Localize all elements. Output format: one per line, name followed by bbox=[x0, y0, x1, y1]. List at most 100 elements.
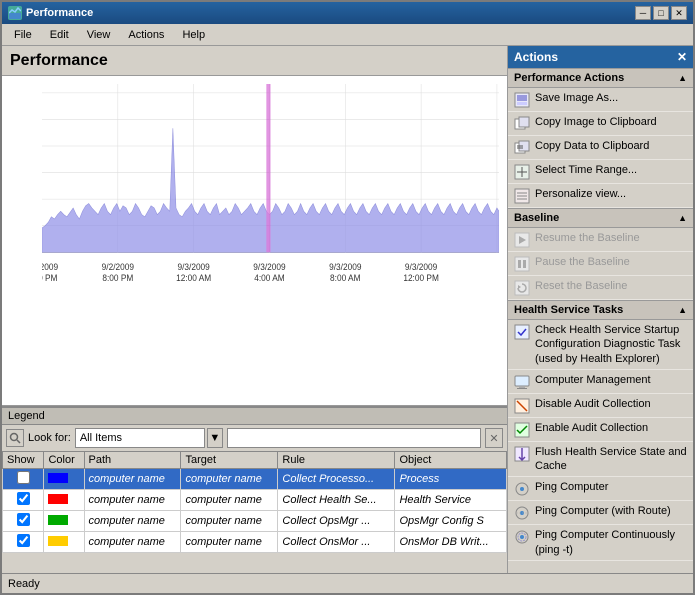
object-cell: OpsMgr Config S bbox=[395, 511, 507, 532]
action-label: Copy Image to Clipboard bbox=[535, 115, 687, 129]
close-button[interactable]: ✕ bbox=[671, 6, 687, 20]
table-row[interactable]: computer name computer name Collect Heal… bbox=[3, 490, 507, 511]
search-clear-button[interactable]: ✕ bbox=[485, 428, 503, 448]
menu-view[interactable]: View bbox=[79, 27, 119, 43]
time-range-icon bbox=[514, 164, 530, 180]
action-label: Ping Computer (with Route) bbox=[535, 504, 687, 518]
ping-continuous-icon bbox=[514, 529, 530, 545]
section-performance-actions[interactable]: Performance Actions ▲ bbox=[508, 68, 693, 88]
menu-actions[interactable]: Actions bbox=[120, 27, 172, 43]
path-cell: computer name bbox=[84, 532, 181, 553]
rule-cell: Collect OnsMor ... bbox=[278, 532, 395, 553]
svg-text:12:00 PM: 12:00 PM bbox=[403, 273, 439, 283]
svg-text:9/2/2009: 9/2/2009 bbox=[102, 262, 135, 272]
menu-edit[interactable]: Edit bbox=[42, 27, 77, 43]
action-label: Save Image As... bbox=[535, 91, 687, 105]
copy-image-icon bbox=[514, 116, 530, 132]
performance-chart: 12 12 10 8 6 4 2 0 bbox=[42, 84, 499, 405]
action-flush-health-service[interactable]: Flush Health Service State and Cache bbox=[508, 442, 693, 478]
action-label: Personalize view... bbox=[535, 187, 687, 201]
action-select-time-range[interactable]: Select Time Range... bbox=[508, 160, 693, 184]
actions-panel: Actions ✕ Performance Actions ▲ Save Ima… bbox=[508, 46, 693, 573]
action-copy-data[interactable]: Copy Data to Clipboard bbox=[508, 136, 693, 160]
menu-file[interactable]: File bbox=[6, 27, 40, 43]
copy-data-icon bbox=[514, 140, 530, 156]
app-icon bbox=[8, 6, 22, 20]
action-ping-computer-continuous[interactable]: Ping Computer Continuously (ping -t) bbox=[508, 525, 693, 561]
flush-icon bbox=[514, 446, 530, 462]
color-swatch bbox=[48, 494, 68, 504]
status-bar: Ready bbox=[2, 573, 693, 593]
section-baseline[interactable]: Baseline ▲ bbox=[508, 208, 693, 228]
combo-dropdown-button[interactable]: ▼ bbox=[207, 428, 223, 448]
actions-close-button[interactable]: ✕ bbox=[677, 50, 687, 64]
object-cell: Health Service bbox=[395, 490, 507, 511]
health-check-icon bbox=[514, 324, 530, 340]
target-cell: computer name bbox=[181, 511, 278, 532]
color-cell bbox=[44, 511, 84, 532]
pause-icon bbox=[514, 256, 530, 272]
table-row[interactable]: computer name computer name Collect OnsM… bbox=[3, 532, 507, 553]
action-disable-audit[interactable]: Disable Audit Collection bbox=[508, 394, 693, 418]
action-ping-computer-route[interactable]: Ping Computer (with Route) bbox=[508, 501, 693, 525]
color-cell bbox=[44, 490, 84, 511]
action-personalize-view[interactable]: Personalize view... bbox=[508, 184, 693, 208]
action-label: Disable Audit Collection bbox=[535, 397, 687, 411]
maximize-button[interactable]: □ bbox=[653, 6, 669, 20]
title-bar: Performance ─ □ ✕ bbox=[2, 2, 693, 24]
search-combo: ▼ bbox=[75, 428, 223, 448]
ping-icon bbox=[514, 481, 530, 497]
show-checkbox[interactable] bbox=[17, 534, 30, 547]
main-content: Performance 12 12 10 8 6 4 2 0 bbox=[2, 46, 693, 573]
personalize-icon bbox=[514, 188, 530, 204]
object-cell: OnsMor DB Writ... bbox=[395, 532, 507, 553]
action-save-image[interactable]: Save Image As... bbox=[508, 88, 693, 112]
left-panel: Performance 12 12 10 8 6 4 2 0 bbox=[2, 46, 508, 573]
color-cell bbox=[44, 469, 84, 490]
search-text-input[interactable] bbox=[227, 428, 481, 448]
menu-help[interactable]: Help bbox=[174, 27, 213, 43]
show-checkbox[interactable] bbox=[17, 471, 30, 484]
svg-text:8:00 AM: 8:00 AM bbox=[330, 273, 360, 283]
action-enable-audit[interactable]: Enable Audit Collection bbox=[508, 418, 693, 442]
action-ping-computer[interactable]: Ping Computer bbox=[508, 477, 693, 501]
action-label: Resume the Baseline bbox=[535, 231, 687, 245]
status-text: Ready bbox=[8, 578, 40, 590]
look-for-input[interactable] bbox=[75, 428, 205, 448]
show-checkbox[interactable] bbox=[17, 492, 30, 505]
col-target: Target bbox=[181, 452, 278, 469]
table-row[interactable]: computer name computer name Collect Proc… bbox=[3, 469, 507, 490]
action-copy-image[interactable]: Copy Image to Clipboard bbox=[508, 112, 693, 136]
section-health-service-tasks[interactable]: Health Service Tasks ▲ bbox=[508, 300, 693, 320]
target-cell: computer name bbox=[181, 532, 278, 553]
legend-toolbar: Look for: ▼ ✕ bbox=[2, 425, 507, 451]
show-checkbox[interactable] bbox=[17, 513, 30, 526]
path-cell: computer name bbox=[84, 511, 181, 532]
rule-cell: Collect OpsMgr ... bbox=[278, 511, 395, 532]
action-label: Select Time Range... bbox=[535, 163, 687, 177]
action-computer-management[interactable]: Computer Management bbox=[508, 370, 693, 394]
action-label: Flush Health Service State and Cache bbox=[535, 445, 687, 474]
performance-header: Performance bbox=[2, 46, 507, 76]
color-swatch bbox=[48, 473, 68, 483]
action-label: Check Health Service Startup Configurati… bbox=[535, 323, 687, 366]
table-row[interactable]: computer name computer name Collect OpsM… bbox=[3, 511, 507, 532]
target-cell: computer name bbox=[181, 469, 278, 490]
minimize-button[interactable]: ─ bbox=[635, 6, 651, 20]
svg-text:12:00 AM: 12:00 AM bbox=[176, 273, 211, 283]
show-cell bbox=[3, 511, 44, 532]
action-label: Enable Audit Collection bbox=[535, 421, 687, 435]
action-check-health-service[interactable]: Check Health Service Startup Configurati… bbox=[508, 320, 693, 370]
reset-icon bbox=[514, 280, 530, 296]
enable-audit-icon bbox=[514, 422, 530, 438]
svg-text:9/3/2009: 9/3/2009 bbox=[329, 262, 362, 272]
action-label: Ping Computer Continuously (ping -t) bbox=[535, 528, 687, 557]
path-cell: computer name bbox=[84, 469, 181, 490]
actions-header: Actions ✕ bbox=[508, 46, 693, 68]
action-pause-baseline: Pause the Baseline bbox=[508, 252, 693, 276]
svg-text:9/2/2009: 9/2/2009 bbox=[42, 262, 58, 272]
col-object: Object bbox=[395, 452, 507, 469]
show-cell bbox=[3, 532, 44, 553]
disable-audit-icon bbox=[514, 398, 530, 414]
action-label: Ping Computer bbox=[535, 480, 687, 494]
